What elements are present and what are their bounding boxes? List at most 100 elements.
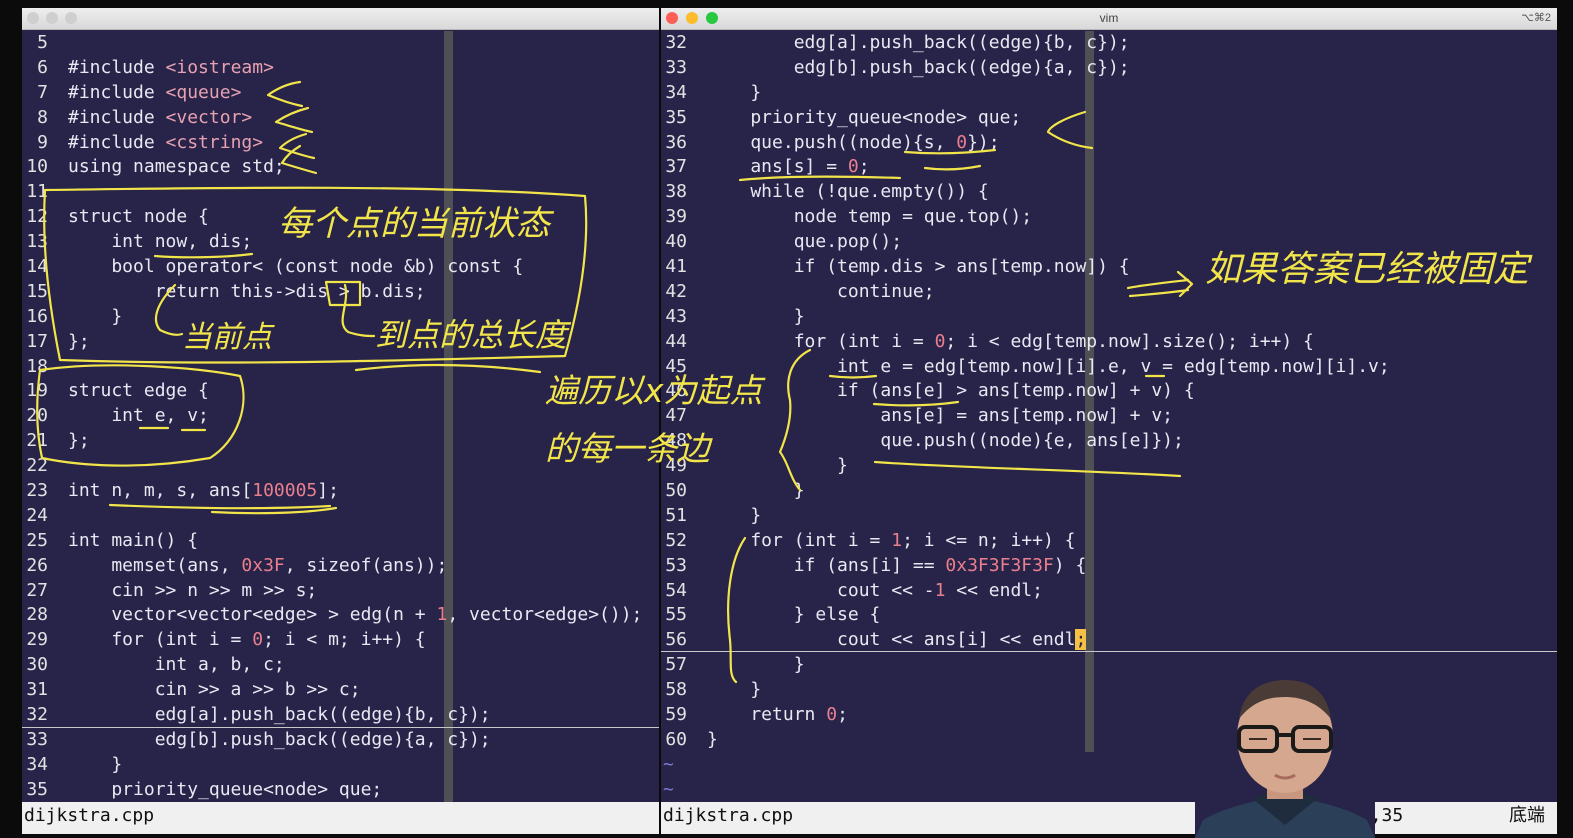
line-number: 25 — [26, 529, 48, 551]
code-line[interactable]: 57 } — [661, 653, 1557, 678]
line-number: 57 — [665, 654, 687, 676]
code-line[interactable]: 8 #include <vector> — [22, 106, 659, 131]
code-line[interactable]: 10 using namespace std; — [22, 155, 659, 180]
code-line[interactable]: 49 } — [661, 454, 1557, 479]
annotation-node-struct: 每个点的当前状态 — [278, 204, 550, 244]
code-line[interactable]: 53 if (ans[i] == 0x3F3F3F3F) { — [661, 554, 1557, 579]
code-token: 0 — [252, 629, 264, 651]
line-number: 39 — [665, 206, 687, 228]
code-line[interactable]: 14 bool operator< (const node &b) const … — [22, 255, 659, 280]
code-line[interactable]: 24 — [22, 504, 659, 529]
code-token: edg[a].push_back((edge){b, c}); — [707, 32, 1130, 53]
code-token: edg[a].push_back((edge){b, c}); — [68, 704, 491, 726]
line-number: 53 — [665, 554, 687, 576]
code-line[interactable]: 59 return 0; — [661, 703, 1557, 728]
code-line[interactable]: 36 que.push((node){s, 0}); — [661, 131, 1557, 156]
code-token: 0x3F — [241, 554, 285, 576]
line-number: 26 — [26, 554, 48, 576]
line-number: 58 — [665, 679, 687, 701]
code-line[interactable]: 30 int a, b, c; — [22, 653, 659, 678]
code-line[interactable]: 6 #include <iostream> — [22, 56, 659, 81]
code-line[interactable]: 56 cout << ans[i] << endl; — [661, 628, 1557, 653]
code-line[interactable]: 25 int main() { — [22, 529, 659, 554]
code-token: } — [707, 305, 805, 327]
code-line[interactable]: 33 edg[b].push_back((edge){a, c}); — [661, 56, 1557, 81]
code-line[interactable]: 60} — [661, 728, 1557, 753]
line-number: 6 — [37, 56, 48, 78]
code-token: priority_queue<node> que; — [68, 778, 383, 800]
instructor-webcam — [1195, 675, 1375, 838]
code-line[interactable]: 48 que.push((node){e, ans[e]}); — [661, 429, 1557, 454]
right-code-area[interactable]: 32 edg[a].push_back((edge){b, c}); 33 edg… — [661, 31, 1557, 803]
code-token: que.push((node){s, — [707, 131, 957, 153]
code-line[interactable]: 33 edg[b].push_back((edge){a, c}); — [22, 728, 659, 753]
code-token: ; i <= n; i++) { — [902, 529, 1076, 551]
code-line[interactable]: 39 node temp = que.top(); — [661, 205, 1557, 230]
code-line[interactable]: 7 #include <queue> — [22, 81, 659, 106]
left-status-bar: dijkstra.cpp — [22, 802, 659, 834]
code-line[interactable]: 58 } — [661, 678, 1557, 703]
code-token: 0 — [934, 330, 946, 352]
code-line[interactable]: 29 for (int i = 0; i < m; i++) { — [22, 628, 659, 653]
right-window-titlebar[interactable]: vim ⌥⌘2 — [661, 8, 1557, 30]
code-line[interactable]: 46 if (ans[e] > ans[temp.now] + v) { — [661, 379, 1557, 404]
code-line[interactable]: 35 priority_queue<node> que; — [661, 106, 1557, 131]
code-line[interactable]: 37 ans[s] = 0; — [661, 155, 1557, 180]
code-line[interactable]: 32 edg[a].push_back((edge){b, c}); — [22, 703, 659, 728]
line-number: 21 — [26, 430, 48, 452]
code-line[interactable]: 47 ans[e] = ans[temp.now] + v; — [661, 404, 1557, 429]
code-token: } — [68, 753, 123, 775]
code-line[interactable]: 52 for (int i = 1; i <= n; i++) { — [661, 529, 1557, 554]
code-line[interactable]: 51 } — [661, 504, 1557, 529]
line-number: 14 — [26, 256, 48, 278]
line-number: 18 — [26, 355, 48, 377]
text-cursor: ; — [1075, 629, 1087, 651]
code-line[interactable]: 35 priority_queue<node> que; — [22, 778, 659, 803]
code-token: cin >> n >> m >> s; — [68, 579, 318, 601]
code-line[interactable]: 26 memset(ans, 0x3F, sizeof(ans)); — [22, 554, 659, 579]
code-token: ; i < m; i++) { — [263, 629, 426, 651]
left-window-titlebar[interactable] — [22, 8, 659, 30]
code-line[interactable]: 27 cin >> n >> m >> s; — [22, 579, 659, 604]
maximize-icon[interactable] — [65, 12, 77, 24]
code-token: ]; — [317, 480, 339, 502]
minimize-icon[interactable] — [46, 12, 58, 24]
code-token: if (temp.dis > ans[temp.now]) { — [707, 256, 1130, 278]
code-line[interactable]: 5 — [22, 31, 659, 56]
code-line[interactable]: 15 return this->dis > b.dis; — [22, 280, 659, 305]
code-token: <vector> — [165, 106, 253, 128]
code-line[interactable]: 34 } — [22, 753, 659, 778]
code-token: 0 — [847, 156, 859, 178]
line-number: 12 — [26, 206, 48, 228]
code-line[interactable]: 9 #include <cstring> — [22, 131, 659, 156]
code-line[interactable]: 38 while (!que.empty()) { — [661, 180, 1557, 205]
code-token: } — [707, 81, 762, 103]
code-line[interactable]: 23 int n, m, s, ans[100005]; — [22, 479, 659, 504]
code-token: <iostream> — [165, 56, 274, 78]
code-token: } — [707, 504, 762, 526]
code-line[interactable]: 43 } — [661, 305, 1557, 330]
line-number: 44 — [665, 330, 687, 352]
line-number: 30 — [26, 654, 48, 676]
code-line[interactable]: 45 int e = edg[temp.now][i].e, v = edg[t… — [661, 355, 1557, 380]
code-line[interactable]: 55 } else { — [661, 603, 1557, 628]
code-token: }; — [68, 330, 90, 352]
code-token: cout << ans[i] << endl — [707, 629, 1076, 651]
code-line[interactable]: 28 vector<vector<edge> > edg(n + 1, vect… — [22, 603, 659, 628]
line-number: 11 — [26, 181, 48, 203]
code-line[interactable]: 44 for (int i = 0; i < edg[temp.now].siz… — [661, 330, 1557, 355]
line-number: 9 — [37, 131, 48, 153]
line-number: 41 — [665, 256, 687, 278]
code-line[interactable]: 34 } — [661, 81, 1557, 106]
code-line[interactable]: 31 cin >> a >> b >> c; — [22, 678, 659, 703]
close-icon[interactable] — [27, 12, 39, 24]
line-number: 36 — [665, 131, 687, 153]
code-line[interactable]: 54 cout << -1 << endl; — [661, 579, 1557, 604]
code-token: , vector<edge>()); — [447, 604, 643, 626]
line-number: 20 — [26, 405, 48, 427]
code-line[interactable]: 32 edg[a].push_back((edge){b, c}); — [661, 31, 1557, 56]
line-number: 35 — [26, 778, 48, 800]
right-terminal-window[interactable]: vim ⌥⌘2 32 edg[a].push_back((edge){b, c}… — [661, 8, 1557, 834]
code-line[interactable]: 50 } — [661, 479, 1557, 504]
code-token: vector<vector<edge> > edg(n + — [68, 604, 437, 626]
